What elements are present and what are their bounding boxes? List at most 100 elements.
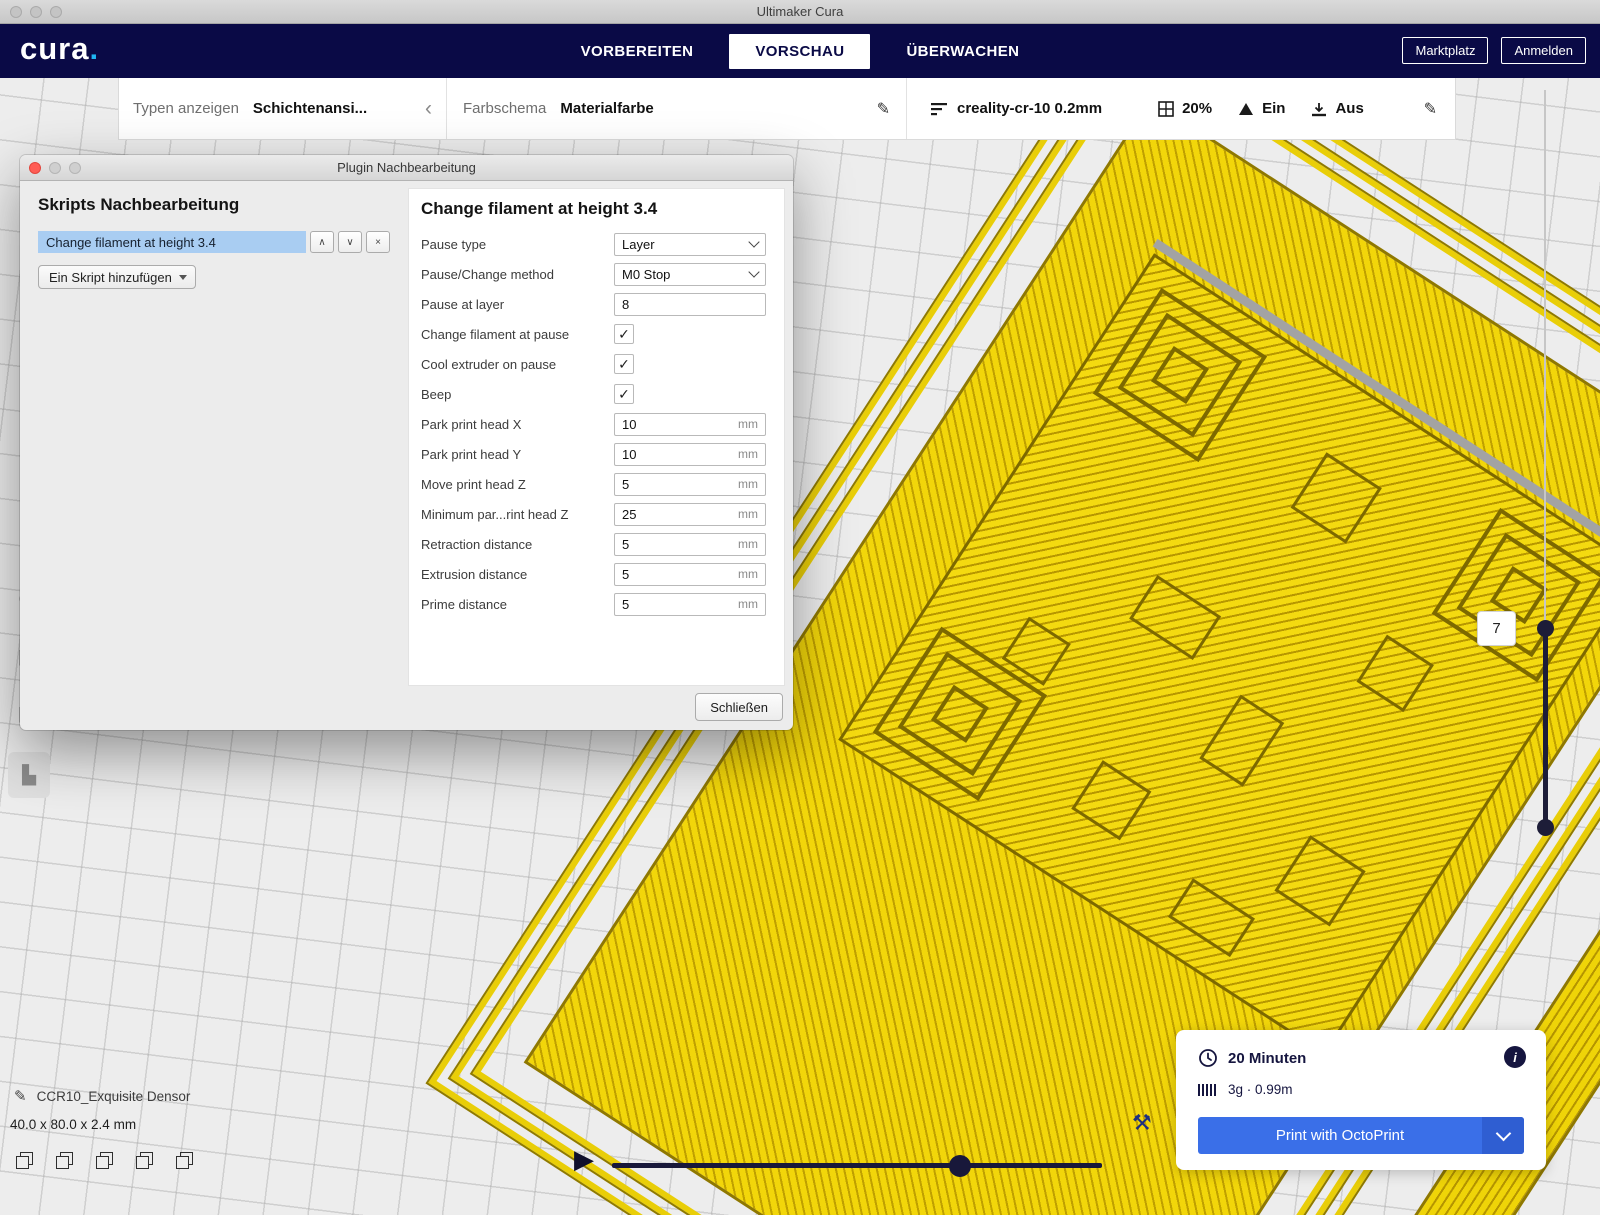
dialog-close-action-button[interactable]: Schließen <box>695 693 783 721</box>
qr-module <box>1168 878 1255 957</box>
collapse-chevron-icon[interactable]: ‹ <box>425 98 432 119</box>
chevron-down-icon <box>748 236 759 247</box>
adjust-tools-icon[interactable]: ⚒ <box>1132 1112 1152 1134</box>
pause-type-select[interactable]: Layer <box>614 233 766 256</box>
layer-slider-top-handle[interactable] <box>1537 620 1554 637</box>
add-script-dropdown[interactable]: Ein Skript hinzufügen <box>38 265 196 289</box>
dialog-close-button[interactable] <box>29 162 41 174</box>
selected-script-item[interactable]: Change filament at height 3.4 <box>38 231 306 253</box>
material-row: 3g · 0.99m <box>1198 1082 1293 1097</box>
signin-button[interactable]: Anmelden <box>1501 37 1586 64</box>
field-label: Pause at layer <box>421 297 614 312</box>
support-setting[interactable]: Ein <box>1238 100 1285 117</box>
dialog-minimize-button[interactable] <box>49 162 61 174</box>
field-label: Park print head Y <box>421 447 614 462</box>
scripts-pane: Skripts Nachbearbeitung Change filament … <box>20 181 408 730</box>
park-y-input[interactable]: 10 mm <box>614 443 766 466</box>
input-unit: mm <box>738 567 758 581</box>
form-row: Pause at layer 8 <box>421 289 766 319</box>
tab-vorbereiten[interactable]: VORBEREITEN <box>555 34 720 69</box>
rename-pencil-icon[interactable]: ✎ <box>14 1087 27 1105</box>
window-title: Ultimaker Cura <box>757 4 844 19</box>
print-button-group: Print with OctoPrint <box>1198 1117 1524 1154</box>
input-value: 5 <box>622 567 629 582</box>
form-row: Park print head Y 10 mm <box>421 439 766 469</box>
qr-module <box>1199 695 1284 787</box>
color-scheme-selector[interactable]: Farbschema Materialfarbe ✎ <box>447 78 907 139</box>
view-type-selector[interactable]: Typen anzeigen Schichtenansi... ‹ <box>119 78 447 139</box>
dialog-titlebar: Plugin Nachbearbeitung <box>20 155 793 181</box>
move-z-input[interactable]: 5 mm <box>614 473 766 496</box>
zoom-button[interactable] <box>50 6 62 18</box>
remove-script-button[interactable]: × <box>366 231 390 253</box>
layer-slider-bottom-handle[interactable] <box>1537 819 1554 836</box>
preview-toolbar: Typen anzeigen Schichtenansi... ‹ Farbsc… <box>118 78 1456 140</box>
close-button[interactable] <box>10 6 22 18</box>
print-time: 20 Minuten <box>1228 1050 1306 1067</box>
move-script-up-button[interactable]: ∧ <box>310 231 334 253</box>
minimize-button[interactable] <box>30 6 42 18</box>
tab-ueberwachen[interactable]: ÜBERWACHEN <box>880 34 1045 69</box>
dialog-body: Skripts Nachbearbeitung Change filament … <box>20 181 793 730</box>
view-preset-row <box>16 1152 193 1169</box>
qr-finder-square <box>1093 288 1267 462</box>
header-actions: Marktplatz Anmelden <box>1402 37 1586 64</box>
prime-distance-input[interactable]: 5 mm <box>614 593 766 616</box>
form-row: Cool extruder on pause ✓ <box>421 349 766 379</box>
tab-vorschau[interactable]: VORSCHAU <box>729 34 870 69</box>
checkmark-icon: ✓ <box>618 386 630 403</box>
play-button[interactable]: ▶ <box>574 1146 594 1172</box>
infill-setting[interactable]: 20% <box>1158 100 1212 117</box>
qr-code-plate[interactable] <box>838 253 1600 1055</box>
view-preset-left-icon[interactable] <box>136 1152 153 1169</box>
form-row: Move print head Z 5 mm <box>421 469 766 499</box>
model-list-thumbnail[interactable]: ▙ <box>8 752 50 798</box>
qr-module <box>1071 760 1151 840</box>
model-name: CCR10_Exquisite Densor <box>37 1089 191 1104</box>
extrusion-distance-input[interactable]: 5 mm <box>614 563 766 586</box>
dialog-title: Plugin Nachbearbeitung <box>337 160 476 175</box>
park-x-input[interactable]: 10 mm <box>614 413 766 436</box>
form-row: Park print head X 10 mm <box>421 409 766 439</box>
select-value: M0 Stop <box>622 267 670 282</box>
print-options-chevron[interactable] <box>1482 1117 1524 1154</box>
input-value: 5 <box>622 477 629 492</box>
pause-at-layer-input[interactable]: 8 <box>614 293 766 316</box>
edit-pencil-icon[interactable]: ✎ <box>877 99 890 119</box>
marketplace-button[interactable]: Marktplatz <box>1402 37 1488 64</box>
layer-slider-track[interactable] <box>1544 90 1546 630</box>
form-row: Pause type Layer <box>421 229 766 259</box>
playback-slider-track[interactable] <box>612 1163 1102 1168</box>
view-preset-top-icon[interactable] <box>96 1152 113 1169</box>
edit-settings-pencil-icon[interactable]: ✎ <box>1424 99 1437 119</box>
dialog-zoom-button[interactable] <box>69 162 81 174</box>
field-label: Change filament at pause <box>421 327 614 342</box>
beep-checkbox[interactable]: ✓ <box>614 384 634 404</box>
layer-slider-range[interactable] <box>1543 628 1548 828</box>
view-type-value: Schichtenansi... <box>253 100 367 117</box>
material-usage-icon <box>1198 1083 1218 1097</box>
minimum-z-input[interactable]: 25 mm <box>614 503 766 526</box>
printer-profile[interactable]: creality-cr-10 0.2mm <box>931 100 1102 117</box>
print-time-row: 20 Minuten <box>1198 1048 1306 1068</box>
view-preset-3d-icon[interactable] <box>16 1152 33 1169</box>
cool-extruder-checkbox[interactable]: ✓ <box>614 354 634 374</box>
checkmark-icon: ✓ <box>618 356 630 373</box>
view-preset-right-icon[interactable] <box>176 1152 193 1169</box>
change-filament-checkbox[interactable]: ✓ <box>614 324 634 344</box>
move-script-down-button[interactable]: ∨ <box>338 231 362 253</box>
input-value: 5 <box>622 537 629 552</box>
info-icon[interactable]: i <box>1504 1046 1526 1068</box>
form-row: Pause/Change method M0 Stop <box>421 259 766 289</box>
field-label: Pause/Change method <box>421 267 614 282</box>
adhesion-setting[interactable]: Aus <box>1311 100 1363 117</box>
input-unit: mm <box>738 537 758 551</box>
layers-icon <box>931 102 949 116</box>
pause-method-select[interactable]: M0 Stop <box>614 263 766 286</box>
view-preset-front-icon[interactable] <box>56 1152 73 1169</box>
qr-finder-square <box>1432 508 1600 682</box>
retraction-distance-input[interactable]: 5 mm <box>614 533 766 556</box>
print-octoprint-button[interactable]: Print with OctoPrint <box>1198 1117 1482 1154</box>
input-unit: mm <box>738 507 758 521</box>
playback-slider-handle[interactable] <box>949 1155 971 1177</box>
